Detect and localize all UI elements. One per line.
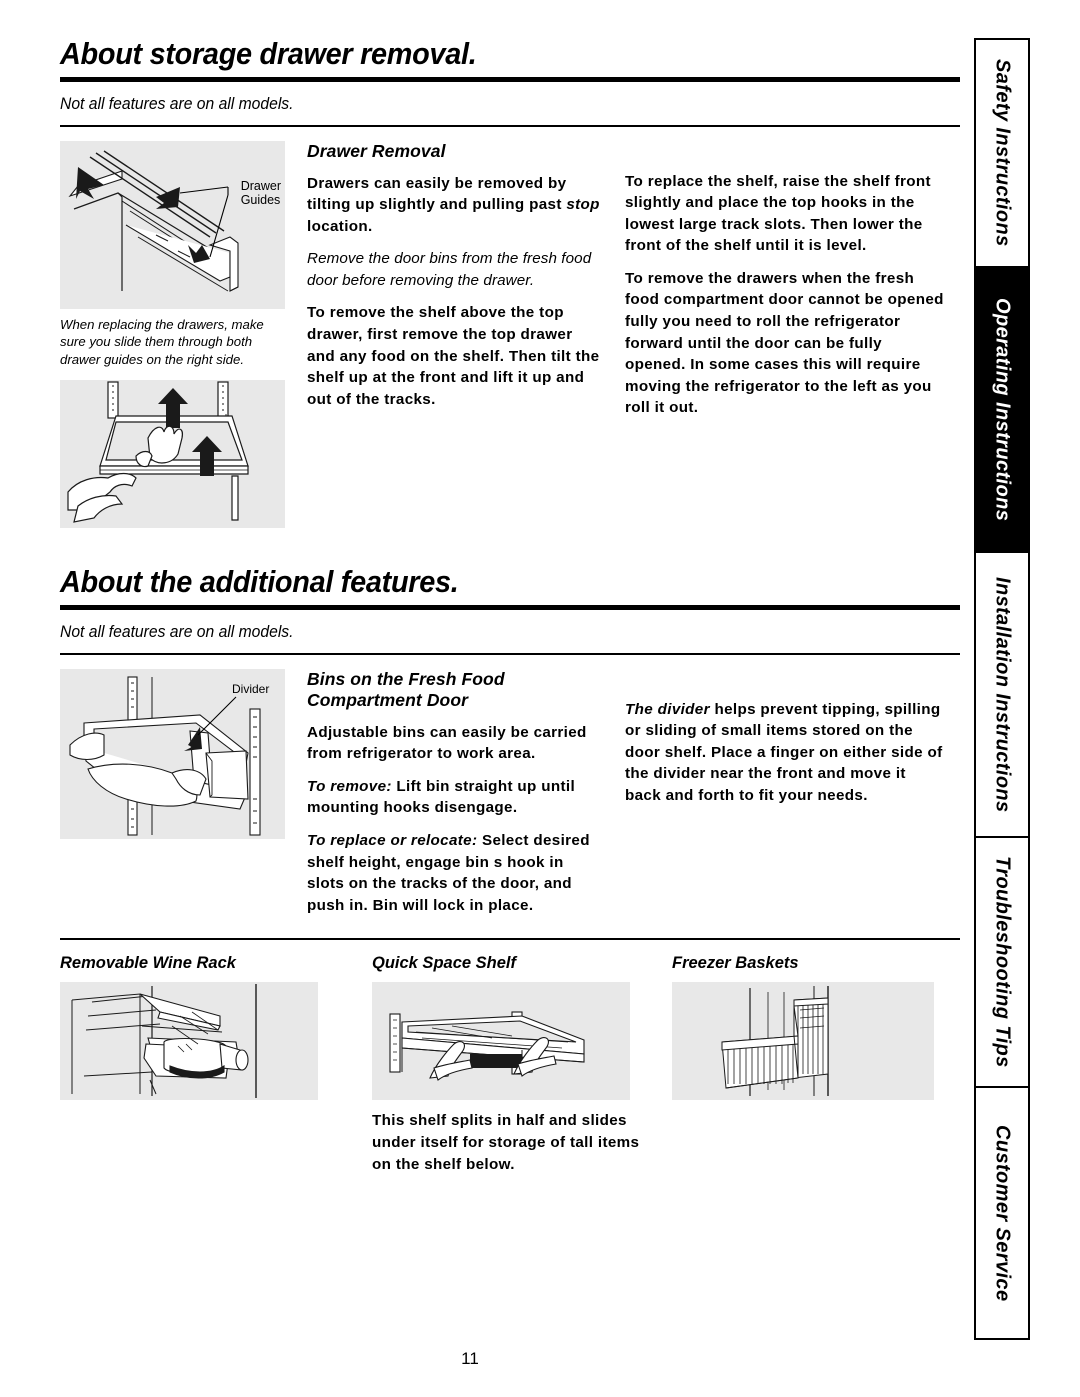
tab-label: Operating Instructions — [991, 297, 1014, 522]
drawer-guides-label-line1: Drawer — [240, 178, 281, 193]
text-column-a: Drawer Removal Drawers can easily be rem… — [285, 141, 625, 529]
text-column-b: To replace the shelf, raise the shelf fr… — [625, 141, 945, 529]
paragraph: Remove the door bins from the fresh food… — [307, 250, 592, 289]
feature-body: This shelf splits in half and slides und… — [372, 1112, 640, 1173]
shelf-lift-illustration — [60, 380, 285, 529]
tab-safety-instructions[interactable]: Safety Instructions — [976, 40, 1028, 268]
paragraph: Adjustable bins can easily be carried fr… — [307, 723, 587, 763]
freezer-baskets-illustration — [672, 982, 934, 1101]
paragraph-lead: To replace or relocate: — [307, 832, 478, 850]
drawer-guides-figure: Drawer Guides — [60, 140, 285, 309]
wine-rack-figure — [60, 982, 318, 1101]
wine-rack-illustration — [60, 982, 318, 1101]
divider-label-text: Divider — [232, 682, 269, 696]
section-title: About the additional features. — [60, 564, 459, 600]
text-column-a: Bins on the Fresh Food Compartment Door … — [285, 669, 625, 917]
section-note: Not all features are on all models. — [60, 622, 294, 641]
section-columns: Divider Bins on the Fresh Food Compartme… — [60, 668, 960, 917]
paragraph: To remove the shelf above the top drawer… — [307, 304, 600, 408]
manual-page: About storage drawer removal. Not all fe… — [0, 0, 1080, 1397]
figure-column: Drawer Guides When replacing the drawers… — [60, 140, 285, 529]
feature-quick-space-shelf: Quick Space Shelf This shelf splits in h… — [372, 954, 672, 1175]
paragraph: Drawers can easily be removed by tilting… — [307, 174, 600, 235]
text-column-b: The divider helps prevent tipping, spill… — [625, 669, 945, 917]
tab-label: Installation Instructions — [991, 576, 1014, 813]
paragraph-lead: To remove: — [307, 777, 392, 795]
tab-installation-instructions[interactable]: Installation Instructions — [976, 553, 1028, 838]
shelf-lift-figure — [60, 380, 285, 529]
tab-label: Customer Service — [991, 1124, 1014, 1302]
quick-space-shelf-figure — [372, 982, 630, 1101]
section-additional-features: About the additional features. Not all f… — [60, 566, 960, 1175]
drawer-guides-label: Drawer Guides — [241, 179, 281, 208]
paragraph: To remove: Lift bin straight up until mo… — [307, 776, 601, 819]
drawer-guides-illustration — [60, 140, 285, 309]
drawer-guides-label-line2: Guides — [240, 192, 281, 207]
door-bin-illustration: Divider — [60, 668, 285, 839]
feature-trio: Removable Wine Rack Quick Space Shelf Th… — [60, 954, 960, 1175]
section-tab-rail: Safety Instructions Operating Instructio… — [974, 38, 1030, 1340]
section-columns: Drawer Guides When replacing the drawers… — [60, 140, 960, 529]
subsection-heading: Bins on the Fresh Food Compartment Door — [307, 668, 505, 710]
page-content: About storage drawer removal. Not all fe… — [60, 36, 960, 1368]
feature-heading: Freezer Baskets — [672, 954, 799, 973]
feature-heading: Quick Space Shelf — [372, 954, 516, 973]
tab-customer-service[interactable]: Customer Service — [976, 1088, 1028, 1338]
tab-label: Troubleshooting Tips — [991, 856, 1014, 1068]
paragraph: To replace or relocate: Select desired s… — [307, 830, 601, 916]
paragraph-lead: The divider — [625, 700, 710, 718]
subsection-heading: Drawer Removal — [307, 140, 446, 161]
paragraph: The divider helps prevent tipping, spill… — [625, 699, 945, 807]
quick-space-shelf-illustration — [372, 982, 630, 1101]
door-bin-divider-figure: Divider — [60, 668, 285, 839]
paragraph: To replace the shelf, raise the shelf fr… — [625, 172, 931, 255]
paragraph: To remove the drawers when the fresh foo… — [625, 269, 944, 417]
drawer-figure-caption: When replacing the drawers, make sure yo… — [60, 316, 264, 367]
freezer-baskets-figure — [672, 982, 934, 1101]
tab-operating-instructions[interactable]: Operating Instructions — [976, 268, 1028, 553]
tab-troubleshooting-tips[interactable]: Troubleshooting Tips — [976, 838, 1028, 1088]
section-title: About storage drawer removal. — [60, 36, 477, 71]
page-number: 11 — [461, 1349, 479, 1368]
feature-wine-rack: Removable Wine Rack — [60, 954, 372, 1175]
note-rule — [60, 124, 960, 127]
feature-freezer-baskets: Freezer Baskets — [672, 954, 960, 1175]
feature-heading: Removable Wine Rack — [60, 954, 236, 973]
section-storage-drawer-removal: About storage drawer removal. Not all fe… — [60, 36, 960, 529]
trio-rule — [60, 938, 960, 941]
tab-label: Safety Instructions — [991, 59, 1014, 247]
note-rule — [60, 652, 960, 655]
section-note: Not all features are on all models. — [60, 94, 294, 113]
figure-column: Divider — [60, 668, 285, 917]
